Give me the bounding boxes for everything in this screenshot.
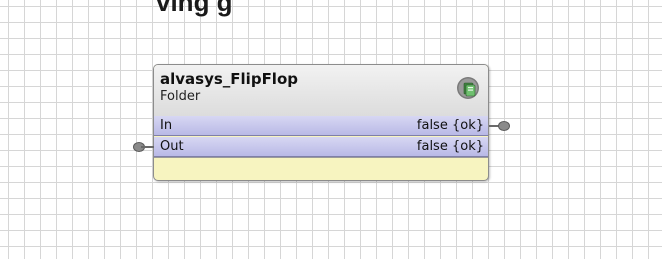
- node-header[interactable]: alvasys_FlipFlop Folder: [154, 65, 488, 117]
- slot-name-out: Out: [160, 139, 184, 154]
- slot-row-in[interactable]: In false {ok}: [154, 116, 488, 136]
- out-connector-pin-icon[interactable]: [132, 141, 154, 153]
- flipflop-node[interactable]: alvasys_FlipFlop Folder In false {ok} Ou…: [153, 64, 489, 181]
- slot-value-in: false {ok}: [416, 118, 484, 133]
- slot-name-in: In: [160, 118, 173, 133]
- canvas-title-fragment: ving g: [156, 0, 233, 17]
- slot-row-out[interactable]: Out false {ok}: [154, 137, 488, 157]
- node-name: alvasys_FlipFlop: [160, 70, 298, 88]
- node-type: Folder: [160, 89, 201, 104]
- in-connector-pin-icon[interactable]: [489, 120, 511, 132]
- folder-icon: [457, 77, 479, 99]
- body-divider: [154, 157, 488, 158]
- slot-value-out: false {ok}: [416, 139, 484, 154]
